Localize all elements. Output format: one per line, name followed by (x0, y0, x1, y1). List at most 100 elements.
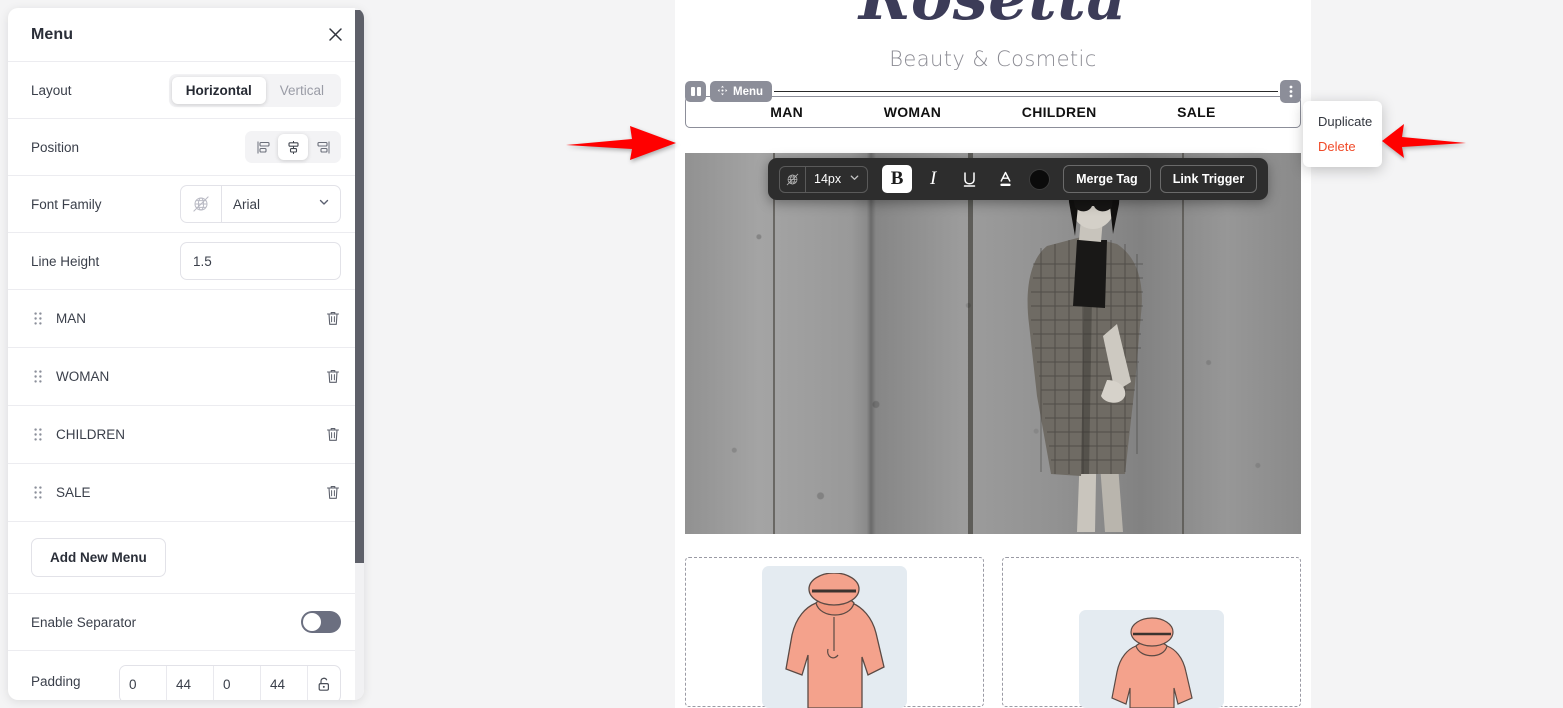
text-color-icon[interactable] (990, 165, 1020, 193)
drag-handle-icon[interactable] (31, 486, 45, 499)
padding-left-input[interactable] (261, 666, 308, 700)
padding-bottom-input[interactable] (214, 666, 261, 700)
context-menu-item-duplicate[interactable]: Duplicate (1303, 109, 1382, 134)
hoodie-illustration (1110, 617, 1193, 708)
menu-item-row[interactable]: WOMAN (8, 348, 364, 406)
underline-icon[interactable] (954, 165, 984, 193)
chevron-down-icon (318, 195, 330, 213)
trash-icon[interactable] (325, 310, 341, 327)
nav-item-sale[interactable]: SALE (1177, 104, 1216, 120)
annotation-arrow-right (1382, 124, 1466, 158)
add-new-menu-button[interactable]: Add New Menu (31, 538, 166, 577)
layout-segmented-control[interactable]: Horizontal Vertical (168, 73, 341, 107)
bold-button[interactable]: B (882, 165, 913, 193)
position-icon-group[interactable] (245, 131, 341, 163)
menu-item-label: MAN (56, 311, 86, 326)
nav-item-children[interactable]: CHILDREN (1022, 104, 1097, 120)
link-trigger-button[interactable]: Link Trigger (1159, 165, 1258, 193)
menu-settings-panel: Menu Layout Horizontal Vertical Position (8, 8, 364, 700)
block-badge[interactable]: Menu (710, 81, 773, 102)
padding-label: Padding (31, 674, 81, 689)
menu-block[interactable]: Menu MAN WOMAN CHILDREN SALE (685, 80, 1301, 128)
menu-item-label: CHILDREN (56, 427, 126, 442)
close-icon[interactable] (322, 22, 348, 48)
product-image-placeholder (1079, 610, 1224, 708)
email-canvas: Rosetta Beauty & Cosmetic Menu (675, 0, 1311, 708)
block-divider-line (774, 91, 1278, 92)
padding-row: Padding Top Right Bottom Left (8, 651, 364, 700)
line-height-input[interactable] (180, 242, 341, 280)
layout-row: Layout Horizontal Vertical (8, 62, 364, 119)
panel-header: Menu (8, 8, 364, 62)
align-right-icon[interactable] (308, 134, 338, 160)
hero-image[interactable] (685, 153, 1301, 534)
enable-separator-row: Enable Separator (8, 594, 364, 651)
font-family-select[interactable]: Arial (222, 186, 340, 222)
context-menu-item-delete[interactable]: Delete (1303, 134, 1382, 159)
product-card-list (685, 557, 1301, 708)
block-badge-label: Menu (733, 85, 764, 98)
brand-tagline: Beauty & Cosmetic (889, 47, 1097, 71)
padding-control: Top Right Bottom Left (119, 665, 341, 700)
add-menu-row: Add New Menu (8, 522, 364, 594)
layout-option-horizontal[interactable]: Horizontal (171, 76, 266, 104)
hoodie-illustration (784, 573, 885, 708)
two-columns-icon[interactable] (685, 81, 706, 102)
enable-separator-toggle[interactable] (301, 611, 341, 633)
font-family-value: Arial (233, 196, 261, 212)
globe-slash-icon[interactable] (181, 186, 222, 222)
font-size-value: 14px (814, 172, 842, 186)
drag-handle-icon[interactable] (31, 312, 45, 325)
annotation-arrow-left (566, 126, 676, 160)
line-height-label: Line Height (31, 253, 100, 269)
menu-item-row[interactable]: MAN (8, 290, 364, 348)
panel-scrollbar-track[interactable] (355, 8, 364, 700)
padding-inputs (119, 665, 341, 700)
align-center-icon[interactable] (278, 134, 308, 160)
padding-top-input[interactable] (120, 666, 167, 700)
brand-name: Rosetta (675, 0, 1311, 29)
layout-label: Layout (31, 82, 72, 98)
padding-right-input[interactable] (167, 666, 214, 700)
color-swatch[interactable] (1029, 168, 1051, 190)
font-family-control[interactable]: Arial (180, 185, 341, 223)
model-figure (1027, 174, 1143, 532)
nav-item-man[interactable]: MAN (770, 104, 803, 120)
move-arrows-icon (717, 85, 728, 99)
align-left-icon[interactable] (248, 134, 278, 160)
drag-handle-icon[interactable] (31, 370, 45, 383)
product-card[interactable] (685, 557, 984, 708)
panel-scrollbar-thumb[interactable] (355, 10, 364, 563)
layout-option-vertical[interactable]: Vertical (266, 77, 338, 104)
italic-button[interactable]: I (918, 165, 948, 193)
globe-slash-icon[interactable] (780, 166, 806, 192)
menu-nav-bar[interactable]: MAN WOMAN CHILDREN SALE (685, 96, 1301, 128)
chevron-down-icon (849, 172, 860, 186)
product-image-placeholder (762, 566, 907, 708)
position-label: Position (31, 139, 80, 155)
font-size-select[interactable]: 14px (806, 167, 867, 192)
block-context-menu: Duplicate Delete (1303, 101, 1382, 167)
position-row: Position (8, 119, 364, 176)
menu-item-label: SALE (56, 485, 91, 500)
trash-icon[interactable] (325, 368, 341, 385)
line-height-row: Line Height (8, 233, 364, 290)
product-card[interactable] (1002, 557, 1301, 708)
merge-tag-button[interactable]: Merge Tag (1063, 165, 1151, 193)
font-family-row: Font Family Arial (8, 176, 364, 233)
font-size-control[interactable]: 14px (779, 165, 869, 193)
trash-icon[interactable] (325, 484, 341, 501)
unlock-icon[interactable] (308, 666, 340, 700)
drag-handle-icon[interactable] (31, 428, 45, 441)
nav-item-woman[interactable]: WOMAN (884, 104, 942, 120)
font-family-label: Font Family (31, 196, 102, 212)
panel-title: Menu (31, 25, 74, 43)
menu-item-label: WOMAN (56, 369, 110, 384)
menu-item-row[interactable]: SALE (8, 464, 364, 522)
toggle-knob (303, 613, 321, 631)
enable-separator-label: Enable Separator (31, 614, 137, 630)
text-format-toolbar: 14px B I Merge Tag Link Trigger (768, 158, 1269, 200)
trash-icon[interactable] (325, 426, 341, 443)
more-vertical-icon[interactable] (1280, 80, 1301, 103)
menu-item-row[interactable]: CHILDREN (8, 406, 364, 464)
